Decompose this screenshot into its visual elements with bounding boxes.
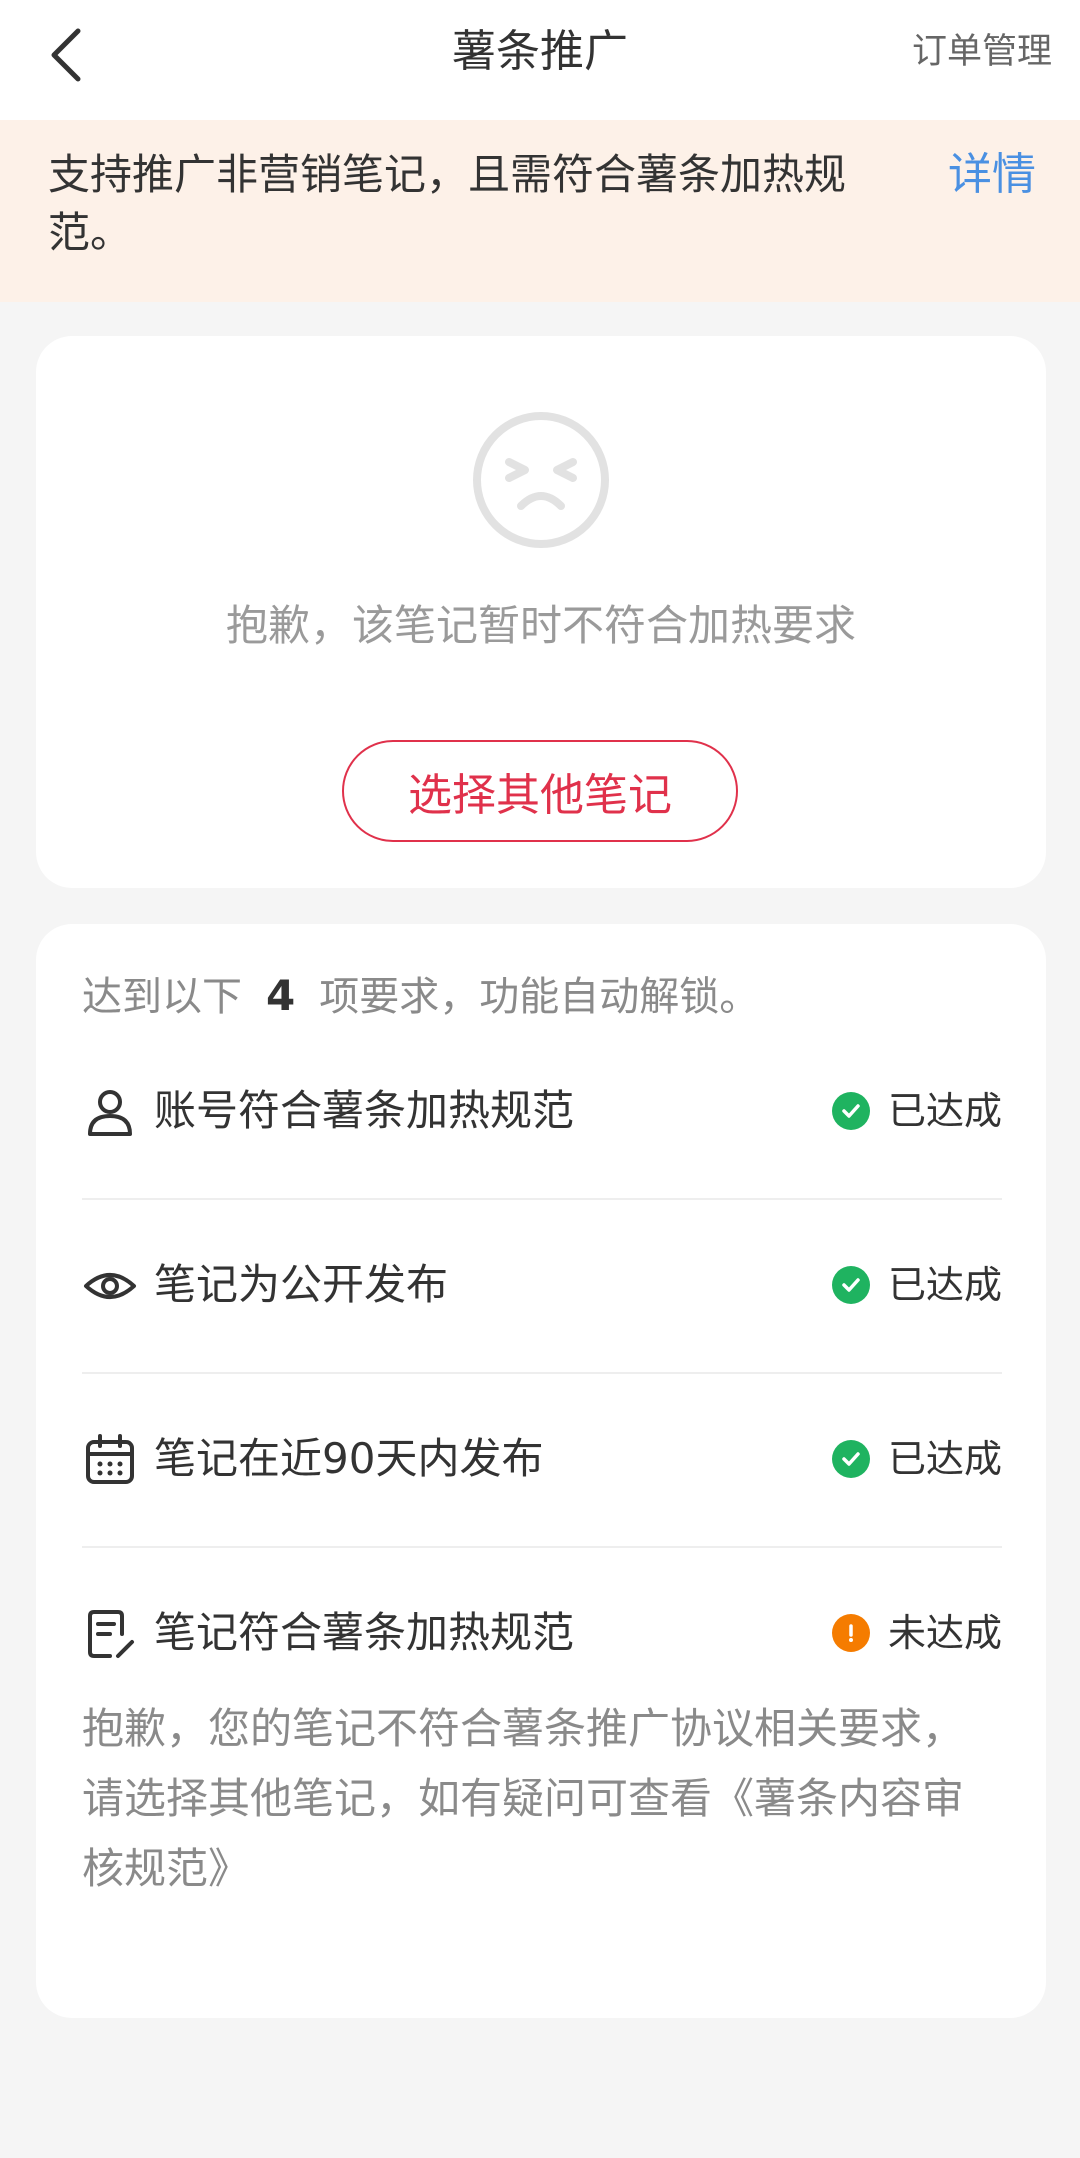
user-icon bbox=[88, 1090, 132, 1136]
check-circle-icon bbox=[831, 1440, 870, 1478]
requirement-row: 账号符合薯条加热规范 已达成 bbox=[82, 1062, 1002, 1162]
intro-prefix: 达到以下 bbox=[82, 974, 242, 1020]
notice-text: 支持推广非营销笔记，且需符合薯条加热规范。 bbox=[48, 150, 847, 257]
check-circle-icon bbox=[831, 1092, 870, 1130]
requirement-label: 笔记为公开发布 bbox=[154, 1260, 449, 1309]
requirement-row: 笔记为公开发布 已达成 bbox=[82, 1236, 1002, 1336]
divider bbox=[82, 1198, 1002, 1200]
requirements-intro: 达到以下 4 项要求，功能自动解锁。 bbox=[82, 968, 759, 1025]
ineligible-message: 抱歉，该笔记暂时不符合加热要求 bbox=[225, 601, 856, 650]
requirement-status: 已达成 bbox=[831, 1082, 1002, 1140]
requirement-row: 笔记在近90天内发布 已达成 bbox=[82, 1410, 1002, 1510]
requirements-card: 达到以下 4 项要求，功能自动解锁。 账号符合薯条加热规范 已达成 笔记为公开发布 … bbox=[36, 924, 1046, 2018]
divider bbox=[82, 1372, 1002, 1374]
ineligible-card: 抱歉，该笔记暂时不符合加热要求 选择其他笔记 bbox=[36, 336, 1046, 888]
divider bbox=[82, 1546, 1002, 1548]
notice-details-link[interactable]: 详情 bbox=[948, 146, 1036, 204]
requirement-label: 笔记符合薯条加热规范 bbox=[154, 1608, 575, 1657]
requirement-status: 已达成 bbox=[831, 1430, 1002, 1488]
note-edit-icon bbox=[88, 1610, 134, 1658]
status-text: 已达成 bbox=[887, 1437, 1002, 1481]
intro-suffix: 项要求，功能自动解锁。 bbox=[319, 974, 760, 1020]
requirement-status: 未达成 bbox=[831, 1604, 1002, 1662]
status-text: 未达成 bbox=[887, 1611, 1002, 1655]
requirement-failure-detail: 抱歉，您的笔记不符合薯条推广协议相关要求，请选择其他笔记，如有疑问可查看《薯条内… bbox=[82, 1704, 965, 1893]
top-nav-bar: 薯条推广 订单管理 bbox=[0, 0, 1080, 120]
status-text: 已达成 bbox=[887, 1089, 1002, 1133]
order-management-link[interactable]: 订单管理 bbox=[912, 28, 1052, 76]
requirement-count: 4 bbox=[266, 971, 296, 1020]
requirement-row: 笔记符合薯条加热规范 未达成 bbox=[82, 1584, 1002, 1684]
sad-face-icon bbox=[473, 412, 609, 548]
status-text: 已达成 bbox=[887, 1263, 1002, 1307]
check-circle-icon bbox=[831, 1266, 870, 1304]
calendar-icon bbox=[86, 1434, 134, 1484]
notice-banner: 支持推广非营销笔记，且需符合薯条加热规范。 详情 bbox=[0, 120, 1080, 302]
eye-icon bbox=[84, 1273, 136, 1299]
requirement-label: 笔记在近90天内发布 bbox=[154, 1434, 544, 1483]
requirement-label: 账号符合薯条加热规范 bbox=[154, 1086, 575, 1135]
warning-circle-icon bbox=[831, 1614, 870, 1652]
select-other-note-button[interactable]: 选择其他笔记 bbox=[342, 740, 738, 842]
requirement-status: 已达成 bbox=[831, 1256, 1002, 1314]
